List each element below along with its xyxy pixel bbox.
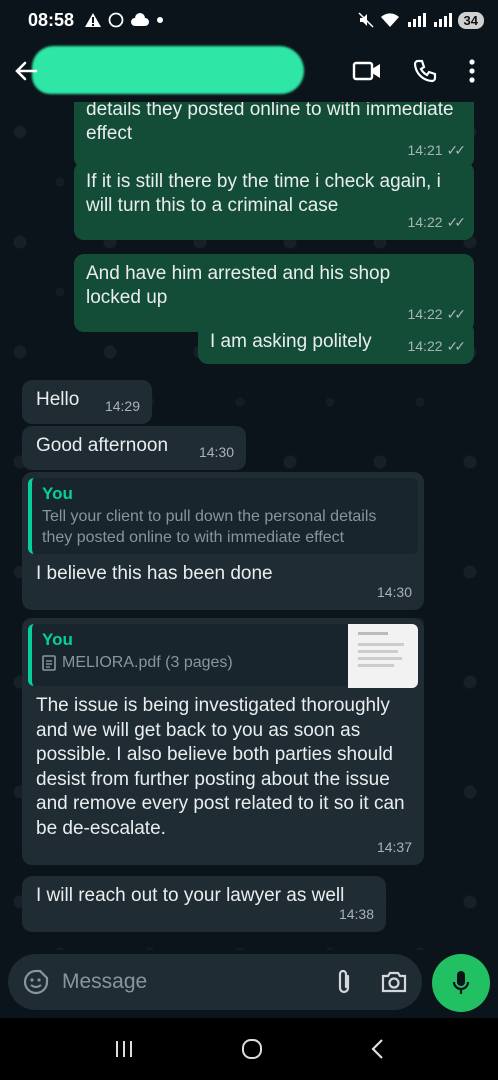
home-icon[interactable] bbox=[240, 1037, 264, 1061]
message-text: If it is still there by the time i check… bbox=[86, 171, 441, 216]
back-arrow-icon[interactable] bbox=[12, 57, 40, 85]
microphone-icon bbox=[452, 971, 470, 994]
quote-author: You bbox=[42, 484, 73, 503]
message-time: 14:22 bbox=[407, 338, 443, 354]
recent-apps-icon[interactable] bbox=[113, 1039, 135, 1059]
message-text: And have him arrested and his shop locke… bbox=[86, 263, 391, 308]
video-call-icon[interactable] bbox=[352, 60, 382, 82]
voice-call-icon[interactable] bbox=[412, 58, 438, 84]
read-receipt-icon: ✓✓ bbox=[446, 214, 467, 230]
message-text: The issue is being investigated thorough… bbox=[36, 695, 405, 839]
message-text: I believe this has been done bbox=[36, 563, 273, 584]
message-time: 14:21 bbox=[407, 142, 443, 158]
status-bar: 08:58 34 bbox=[0, 0, 498, 40]
emoji-sticker-icon[interactable] bbox=[22, 968, 50, 996]
document-icon bbox=[42, 654, 56, 671]
whatsapp-notification-icon bbox=[108, 12, 124, 28]
composer-bar: Message bbox=[0, 950, 498, 1018]
message-placeholder: Message bbox=[62, 970, 148, 993]
quoted-message[interactable]: You MELIORA.pdf (3 pages) bbox=[28, 624, 418, 688]
cloud-icon bbox=[131, 13, 150, 26]
signal-icon-2 bbox=[433, 13, 452, 27]
message-outgoing[interactable]: If it is still there by the time i check… bbox=[74, 162, 474, 240]
message-time: 14:22 bbox=[407, 214, 443, 230]
quote-text: MELIORA.pdf (3 pages) bbox=[62, 654, 233, 671]
message-outgoing[interactable]: details they posted online to with immed… bbox=[74, 102, 474, 168]
message-incoming-reply[interactable]: You Tell your client to pull down the pe… bbox=[22, 472, 424, 610]
contact-name-redacted[interactable] bbox=[32, 46, 304, 94]
wifi-icon bbox=[380, 13, 399, 27]
message-incoming[interactable]: Good afternoon 14:30 bbox=[22, 426, 246, 470]
quote-text: Tell your client to pull down the person… bbox=[42, 508, 377, 546]
dot-icon bbox=[157, 17, 164, 23]
message-time: 14:29 bbox=[104, 398, 140, 414]
message-time: 14:38 bbox=[338, 906, 374, 922]
message-input[interactable]: Message bbox=[8, 954, 422, 1010]
message-outgoing[interactable]: I am asking politely 14:22 ✓✓ bbox=[198, 322, 474, 364]
message-incoming[interactable]: Hello 14:29 bbox=[22, 380, 152, 424]
message-time: 14:30 bbox=[198, 444, 234, 460]
message-time: 14:37 bbox=[376, 839, 412, 855]
message-incoming[interactable]: I will reach out to your lawyer as well … bbox=[22, 876, 386, 932]
message-outgoing[interactable]: And have him arrested and his shop locke… bbox=[74, 254, 474, 332]
chat-messages[interactable]: details they posted online to with immed… bbox=[0, 102, 498, 950]
message-text: I will reach out to your lawyer as well bbox=[36, 885, 345, 906]
clock: 08:58 bbox=[28, 9, 75, 30]
warning-icon bbox=[85, 13, 102, 27]
system-nav-bar bbox=[0, 1018, 498, 1080]
signal-icon bbox=[407, 13, 426, 27]
more-vert-icon[interactable] bbox=[468, 58, 476, 84]
pdf-thumbnail bbox=[348, 624, 418, 688]
message-text: Hello bbox=[36, 389, 80, 410]
camera-icon[interactable] bbox=[380, 969, 408, 995]
message-text: I am asking politely bbox=[210, 331, 372, 352]
battery-level: 34 bbox=[457, 11, 484, 29]
read-receipt-icon: ✓✓ bbox=[446, 338, 467, 354]
message-text: Good afternoon bbox=[36, 435, 169, 456]
mute-icon bbox=[358, 12, 374, 28]
back-nav-icon[interactable] bbox=[369, 1037, 385, 1061]
voice-record-button[interactable] bbox=[432, 954, 490, 1012]
chat-header bbox=[0, 40, 498, 102]
message-time: 14:30 bbox=[376, 584, 412, 600]
read-receipt-icon: ✓✓ bbox=[446, 142, 467, 158]
quoted-message[interactable]: You Tell your client to pull down the pe… bbox=[28, 478, 418, 554]
message-text: details they posted online to with immed… bbox=[86, 102, 454, 144]
message-incoming-reply[interactable]: You MELIORA.pdf (3 pages) The issue is b… bbox=[22, 618, 424, 865]
attach-icon[interactable] bbox=[334, 968, 354, 996]
